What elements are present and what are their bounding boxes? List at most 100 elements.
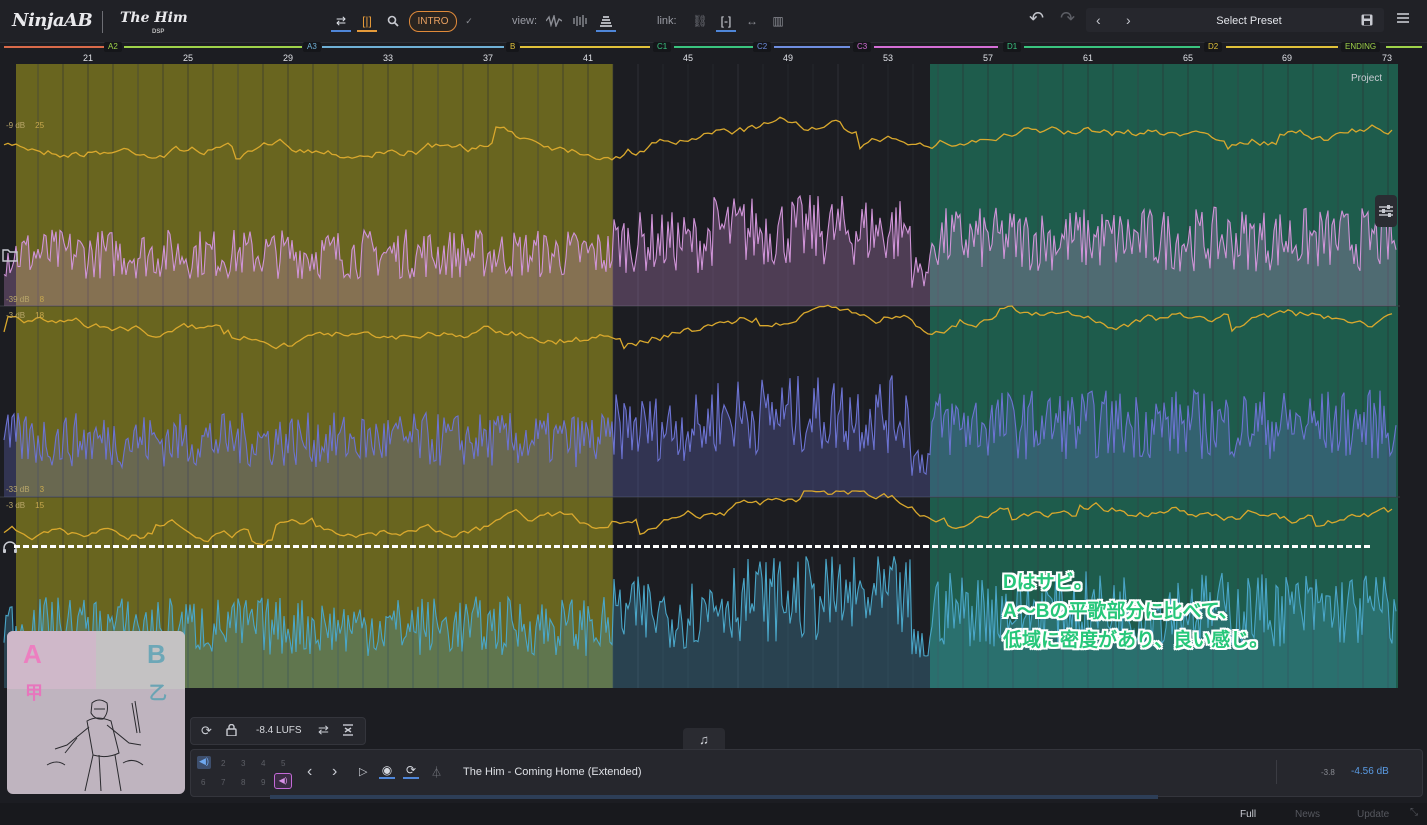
bar-number[interactable]: 65 xyxy=(1183,53,1193,63)
the-him-logo-sub: DSP xyxy=(152,29,165,35)
prev-track-icon[interactable]: ‹ xyxy=(307,763,312,781)
annotation-line-1: Dはサビ。 xyxy=(1003,572,1093,593)
bar-number[interactable]: 29 xyxy=(283,53,293,63)
section-line xyxy=(874,46,998,48)
bar-number[interactable]: 21 xyxy=(83,53,93,63)
preset-label[interactable]: Select Preset xyxy=(1186,15,1312,27)
section-marker-a3[interactable]: A3 xyxy=(303,42,321,52)
slot-7[interactable]: 7 xyxy=(221,778,225,787)
hamburger-menu-icon[interactable] xyxy=(1397,11,1409,27)
play-icon[interactable]: ▷ xyxy=(359,765,367,778)
bar-number[interactable]: 41 xyxy=(583,53,593,63)
swap-ab-icon[interactable]: ⇄ xyxy=(331,12,351,32)
check-icon: ✓ xyxy=(465,15,473,26)
swap-icon[interactable]: ⇄ xyxy=(318,722,329,738)
section-marker-ending[interactable]: ENDING xyxy=(1341,42,1381,52)
stacked-view-icon[interactable] xyxy=(596,12,616,32)
fit-vertical-icon[interactable] xyxy=(343,724,353,739)
project-label: Project xyxy=(1351,73,1383,84)
lock-icon[interactable] xyxy=(226,723,237,739)
bar-number[interactable]: 25 xyxy=(183,53,193,63)
lufs-readout: -8.4 LUFS xyxy=(256,725,302,736)
section-marker-c3[interactable]: C3 xyxy=(853,42,872,52)
next-preset-icon[interactable]: › xyxy=(1126,12,1131,28)
repeat-icon[interactable]: ⟳ xyxy=(403,763,419,779)
slot-4[interactable]: 4 xyxy=(261,759,265,768)
bar-number[interactable]: 61 xyxy=(1083,53,1093,63)
speaker-b-icon[interactable]: ◀) xyxy=(274,773,292,789)
section-marker-a2[interactable]: A2 xyxy=(104,42,122,52)
footer-news[interactable]: News xyxy=(1295,809,1320,820)
slot-6[interactable]: 6 xyxy=(201,778,205,787)
track2-db-bottom: -33 dB 3 xyxy=(6,485,45,494)
slot-5[interactable]: 5 xyxy=(281,759,285,768)
ninjaab-logo: NinjaAB xyxy=(12,10,93,31)
bar-number[interactable]: 33 xyxy=(383,53,393,63)
footer-full[interactable]: Full xyxy=(1240,809,1256,820)
slot-8[interactable]: 8 xyxy=(241,778,245,787)
sync-icon[interactable]: ⟳ xyxy=(201,723,212,739)
slot-9[interactable]: 9 xyxy=(261,778,265,787)
redo-icon[interactable]: ↷ xyxy=(1060,8,1075,29)
sliders-icon[interactable] xyxy=(1375,195,1397,227)
section-marker-b[interactable]: B xyxy=(506,42,520,52)
horizontal-scrollbar[interactable] xyxy=(270,795,1158,799)
bar-number[interactable]: 49 xyxy=(783,53,793,63)
speaker-a-icon[interactable]: ◀) xyxy=(197,756,211,769)
headphones-icon[interactable] xyxy=(2,540,18,557)
columns-icon[interactable]: ▥ xyxy=(768,12,788,30)
link-horizontal-icon[interactable]: ↔ xyxy=(742,12,762,30)
section-line xyxy=(322,46,504,48)
ab-label-a: A xyxy=(23,639,42,669)
region-yellow xyxy=(16,64,613,688)
section-marker-c1[interactable]: C1 xyxy=(653,42,672,52)
link-label: link: xyxy=(657,15,677,27)
loop-region-icon[interactable]: [|] xyxy=(357,12,377,32)
next-track-icon[interactable]: › xyxy=(332,763,337,781)
waveform-view-icon[interactable] xyxy=(544,12,564,30)
bar-number[interactable]: 53 xyxy=(883,53,893,63)
undo-icon[interactable]: ↶ xyxy=(1029,8,1044,29)
section-marker-d2[interactable]: D2 xyxy=(1204,42,1223,52)
level-readout-small: -3.8 xyxy=(1321,768,1335,777)
bar-number[interactable]: 57 xyxy=(983,53,993,63)
eye-icon[interactable]: ◉ xyxy=(379,763,395,779)
slot-2[interactable]: 2 xyxy=(221,759,225,768)
logo-divider xyxy=(102,11,103,33)
track2-db-top: -3 dB 18 xyxy=(6,311,45,320)
prev-preset-icon[interactable]: ‹ xyxy=(1096,12,1101,28)
ab-switch-card[interactable]: A B 甲 乙 xyxy=(7,631,185,794)
link-region-icon[interactable]: [-] xyxy=(716,12,736,32)
music-note-icon[interactable]: ♫ xyxy=(683,728,725,750)
ab-card-a-half[interactable] xyxy=(7,631,96,689)
folder-icon[interactable] xyxy=(2,248,20,266)
track-title[interactable]: The Him - Coming Home (Extended) xyxy=(463,766,642,778)
view-label: view: xyxy=(512,15,538,27)
bar-number[interactable]: 73 xyxy=(1382,53,1392,63)
track-control-panel: ◀) 2 3 4 5 6 7 8 9 ◀) ‹ › ▷ ◉ ⟳ ⏃ The Hi… xyxy=(190,749,1423,797)
zoom-icon[interactable] xyxy=(383,12,403,30)
ninja-illustration xyxy=(46,699,144,792)
intro-section-button[interactable]: INTRO xyxy=(409,11,457,32)
section-line xyxy=(520,46,650,48)
track1-db-bottom: -39 dB 8 xyxy=(6,295,45,304)
ab-label-b: B xyxy=(147,639,166,669)
bar-number[interactable]: 45 xyxy=(683,53,693,63)
section-marker-bar: A2 A3 B C1 C2 C3 D1 D2 ENDING xyxy=(0,42,1427,52)
slot-3[interactable]: 3 xyxy=(241,759,245,768)
unlink-icon[interactable]: ⛓ xyxy=(690,12,710,30)
metronome-icon[interactable]: ⏃ xyxy=(431,764,442,780)
bar-number[interactable]: 37 xyxy=(483,53,493,63)
track3-db-top: -3 dB 15 xyxy=(6,501,45,510)
section-marker-c2[interactable]: C2 xyxy=(753,42,772,52)
section-marker-d1[interactable]: D1 xyxy=(1003,42,1022,52)
bars-view-icon[interactable] xyxy=(570,12,590,30)
annotation-line-2: A～Bの平歌部分に比べて、 xyxy=(1003,601,1238,622)
panel-divider xyxy=(1276,760,1277,784)
ab-card-b-half[interactable] xyxy=(96,631,185,689)
resize-corner-icon[interactable]: ⤡ xyxy=(1410,807,1418,818)
bar-number[interactable]: 69 xyxy=(1282,53,1292,63)
footer-update[interactable]: Update xyxy=(1357,809,1389,820)
footer-bar: Full News Update ⤡ xyxy=(0,803,1427,825)
save-icon[interactable] xyxy=(1361,13,1373,29)
